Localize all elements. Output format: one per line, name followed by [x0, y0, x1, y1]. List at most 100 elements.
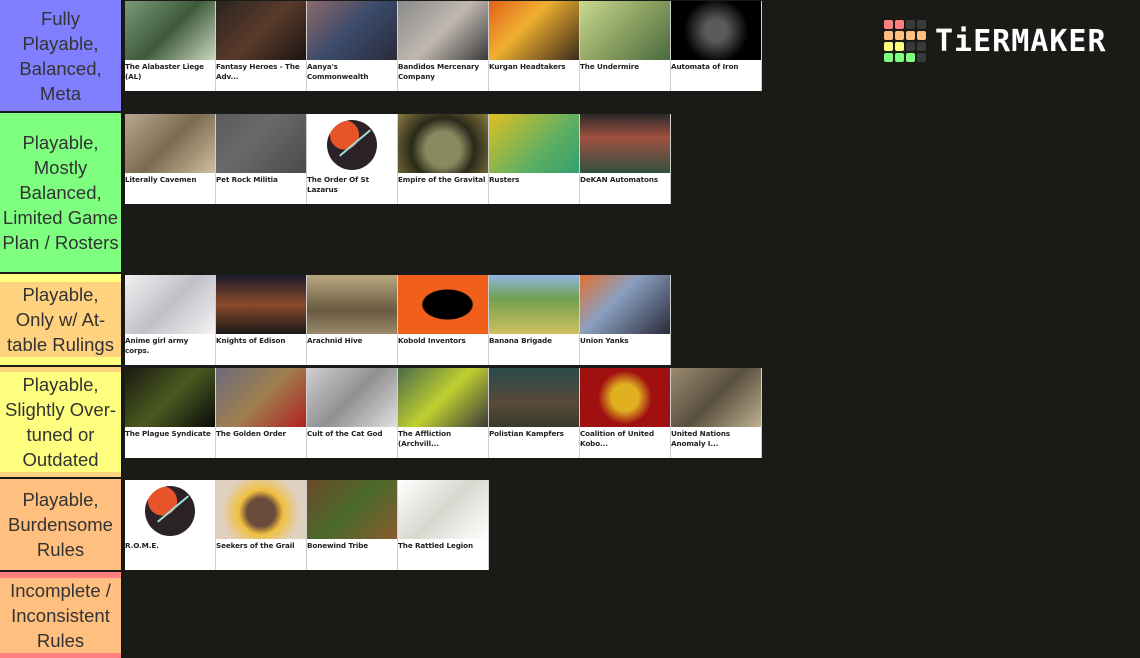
logo-cell [917, 31, 926, 40]
tier-item[interactable]: Bonewind Tribe [307, 480, 398, 570]
tier-item[interactable]: The Order Of St Lazarus [307, 114, 398, 204]
item-caption: The Order Of St Lazarus [307, 175, 369, 194]
item-caption: R.O.M.E. [125, 541, 159, 550]
item-caption: Automata of Iron [671, 62, 739, 71]
item-caption: The Undermire [580, 62, 639, 71]
item-caption: Kobold Inventors [398, 336, 466, 345]
tier-item[interactable]: The Affliction (Archvill... [398, 368, 489, 458]
item-caption: Aanya's Commonwealth [307, 62, 369, 81]
item-caption: The Golden Order [216, 429, 286, 438]
tier-item[interactable]: Pet Rock Militia [216, 114, 307, 204]
item-caption: Polistian Kampfers [489, 429, 564, 438]
tier-label[interactable]: Playable, Burdensome Rules [0, 479, 123, 570]
tiermaker-logo[interactable]: TiERMAKER [884, 20, 1107, 62]
tier-item[interactable]: Polistian Kampfers [489, 368, 580, 458]
item-caption: Banana Brigade [489, 336, 552, 345]
item-image [671, 1, 761, 60]
item-image [398, 480, 488, 539]
tier-label[interactable]: Incomplete / Inconsistent Rules [0, 572, 123, 658]
tier-row-3: Playable, Only w/ At-table Rulings Anime… [0, 274, 1140, 365]
item-caption: The Affliction (Archvill... [398, 429, 451, 448]
tier-item[interactable]: The Undermire [580, 1, 671, 91]
tier-item[interactable]: Knights of Edison [216, 275, 307, 365]
logo-cell [884, 42, 893, 51]
tier-item[interactable]: The Plague Syndicate [125, 368, 216, 458]
item-image [489, 275, 579, 334]
item-caption: Kurgan Headtakers [489, 62, 566, 71]
item-caption: Seekers of the Grail [216, 541, 295, 550]
tier-item[interactable]: Coalition of United Kobo... [580, 368, 671, 458]
tier-items: Literally Cavemen Pet Rock Militia The Ord… [125, 114, 671, 204]
logo-cell [895, 20, 904, 29]
tier-item[interactable]: The Rattled Legion [398, 480, 489, 570]
tier-label-text: Playable, Burdensome Rules [8, 489, 113, 560]
item-caption: Pet Rock Militia [216, 175, 278, 184]
tier-label[interactable]: Playable, Slightly Over-tuned or Outdate… [0, 367, 123, 477]
item-caption: Arachnid Hive [307, 336, 363, 345]
logo-cell [906, 20, 915, 29]
tier-item[interactable]: Anime girl army corps. [125, 275, 216, 365]
logo-cell [884, 31, 893, 40]
tier-item[interactable]: The Alabaster Liege (AL) [125, 1, 216, 91]
tier-items: The Alabaster Liege (AL) Fantasy Heroes -… [125, 1, 762, 91]
item-caption: Anime girl army corps. [125, 336, 189, 355]
item-image [489, 114, 579, 173]
item-image [398, 1, 488, 60]
item-image [307, 1, 397, 60]
tier-item[interactable]: Cult of the Cat God [307, 368, 398, 458]
tier-item[interactable]: Aanya's Commonwealth [307, 1, 398, 91]
tier-item[interactable]: Banana Brigade [489, 275, 580, 365]
tier-item[interactable]: Seekers of the Grail [216, 480, 307, 570]
tier-item[interactable]: Union Yanks [580, 275, 671, 365]
tier-label[interactable]: Playable, Mostly Balanced, Limited Game … [0, 113, 123, 272]
item-image [671, 368, 761, 427]
item-caption: DeKAN Automatons [580, 175, 659, 184]
tier-label[interactable]: Playable, Only w/ At-table Rulings [0, 274, 123, 365]
item-image [580, 368, 670, 427]
logo-cell [906, 42, 915, 51]
item-caption: United Nations Anomaly I... [671, 429, 731, 448]
tier-label-text: Playable, Mostly Balanced, Limited Game … [2, 132, 119, 253]
tier-label[interactable]: Fully Playable, Balanced, Meta [0, 0, 123, 111]
tier-item[interactable]: Kurgan Headtakers [489, 1, 580, 91]
tier-items: Anime girl army corps. Knights of Edison A… [125, 275, 671, 365]
item-image [580, 114, 670, 173]
tier-items: R.O.M.E. Seekers of the Grail Bonewind Tri… [125, 480, 489, 570]
item-caption: The Rattled Legion [398, 541, 473, 550]
tier-item[interactable]: Arachnid Hive [307, 275, 398, 365]
tier-item[interactable]: Fantasy Heroes - The Adv... [216, 1, 307, 91]
logo-cell [906, 31, 915, 40]
tier-row-4: Playable, Slightly Over-tuned or Outdate… [0, 367, 1140, 477]
item-image [125, 275, 215, 334]
tier-item[interactable]: Automata of Iron [671, 1, 762, 91]
tier-item[interactable]: Rusters [489, 114, 580, 204]
tier-item[interactable]: Literally Cavemen [125, 114, 216, 204]
item-caption: Cult of the Cat God [307, 429, 383, 438]
tier-label-text: Fully Playable, Balanced, Meta [19, 7, 102, 104]
order-emblem-icon [327, 120, 377, 170]
tier-item[interactable]: The Golden Order [216, 368, 307, 458]
item-caption: Union Yanks [580, 336, 629, 345]
item-image [307, 275, 397, 334]
item-caption: Fantasy Heroes - The Adv... [216, 62, 300, 81]
tier-label-text: Playable, Slightly Over-tuned or Outdate… [0, 372, 121, 472]
item-image [216, 480, 306, 539]
item-image [125, 480, 215, 539]
tier-item[interactable]: Bandidos Mercenary Company [398, 1, 489, 91]
tier-label-text: Playable, Only w/ At-table Rulings [0, 282, 121, 357]
tier-item[interactable]: United Nations Anomaly I... [671, 368, 762, 458]
logo-cell [895, 31, 904, 40]
item-image [398, 275, 488, 334]
tier-item[interactable]: Kobold Inventors [398, 275, 489, 365]
item-image [307, 480, 397, 539]
item-image [580, 1, 670, 60]
item-image [125, 1, 215, 60]
logo-grid-icon [884, 20, 926, 62]
tier-item[interactable]: Empire of the Gravital [398, 114, 489, 204]
item-image [216, 368, 306, 427]
tier-item[interactable]: R.O.M.E. [125, 480, 216, 570]
item-image [489, 368, 579, 427]
item-caption: Knights of Edison [216, 336, 286, 345]
tier-item[interactable]: DeKAN Automatons [580, 114, 671, 204]
item-image [216, 275, 306, 334]
